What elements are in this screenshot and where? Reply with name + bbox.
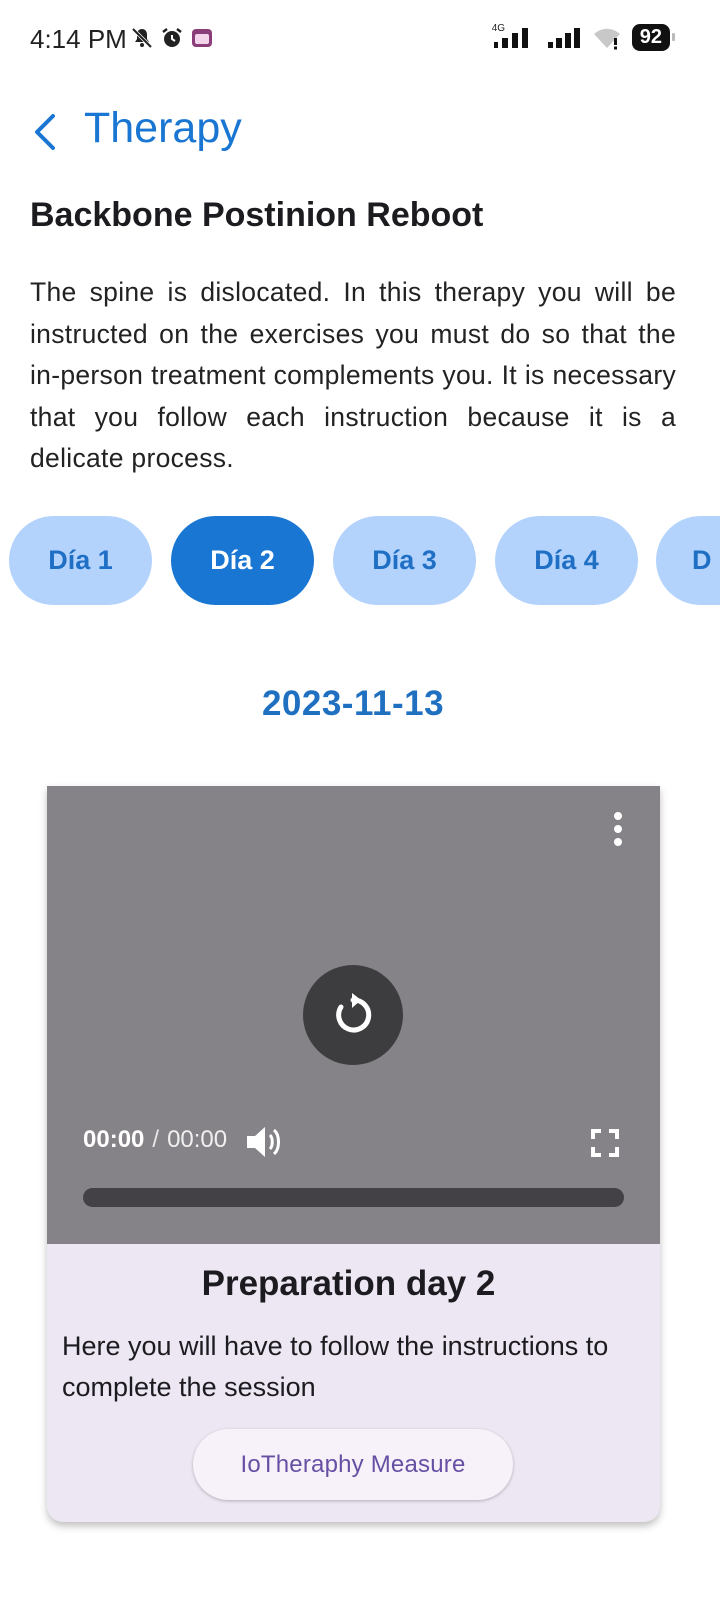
status-system-icons: 4G 92 — [491, 22, 676, 51]
fullscreen-icon — [591, 1129, 619, 1157]
battery-icon: 92 — [631, 24, 676, 51]
day-selector: Día 1 Día 2 Día 3 Día 4 D — [0, 516, 720, 606]
day-chip-1[interactable]: Día 1 — [9, 516, 152, 605]
volume-button[interactable] — [245, 1124, 285, 1160]
wifi-icon — [593, 28, 620, 49]
therapy-description: The spine is dislocated. In this therapy… — [30, 277, 676, 473]
status-notification-icons — [130, 26, 214, 50]
chevron-left-icon — [35, 114, 55, 150]
session-title: Preparation day 2 — [201, 1264, 496, 1303]
app-notification-icon — [192, 29, 212, 47]
signal-icon — [547, 27, 580, 48]
replay-button[interactable] — [303, 965, 403, 1065]
status-bar: 4:14 PM 4G 92 — [0, 0, 720, 80]
session-card: 00:00 / 00:00 Preparation day 2 Here you… — [47, 786, 660, 1522]
status-time: 4:14 PM — [30, 24, 127, 54]
replay-icon — [336, 993, 372, 1033]
day-chip-2[interactable]: Día 2 — [171, 516, 314, 605]
day-chip-4[interactable]: Día 4 — [495, 516, 638, 605]
signal-4g-icon: 4G — [491, 22, 536, 50]
video-total-time: 00:00 — [167, 1126, 228, 1153]
therapy-title: Backbone Postinion Reboot — [30, 196, 484, 234]
video-current-time: 00:00 — [83, 1126, 145, 1153]
video-player[interactable]: 00:00 / 00:00 — [47, 786, 660, 1244]
mute-icon — [131, 27, 153, 49]
session-date: 2023-11-13 — [261, 684, 445, 723]
video-time-separator: / — [152, 1126, 160, 1153]
volume-icon — [247, 1127, 280, 1157]
network-type-label: 4G — [491, 22, 506, 34]
fullscreen-button[interactable] — [590, 1128, 620, 1158]
day-chip-3[interactable]: Día 3 — [333, 516, 476, 605]
iotheraphy-measure-button[interactable]: IoTheraphy Measure — [193, 1429, 513, 1500]
alarm-icon — [162, 28, 182, 47]
more-vert-icon[interactable] — [606, 812, 630, 846]
video-time: 00:00 / 00:00 — [83, 1126, 227, 1154]
video-progress-bar[interactable] — [83, 1188, 624, 1207]
day-chip-5[interactable]: D — [656, 516, 720, 605]
back-button[interactable] — [22, 108, 66, 156]
page-title: Therapy — [84, 104, 242, 152]
app-header: Therapy — [0, 100, 720, 164]
session-description: Here you will have to follow the instruc… — [62, 1331, 609, 1402]
